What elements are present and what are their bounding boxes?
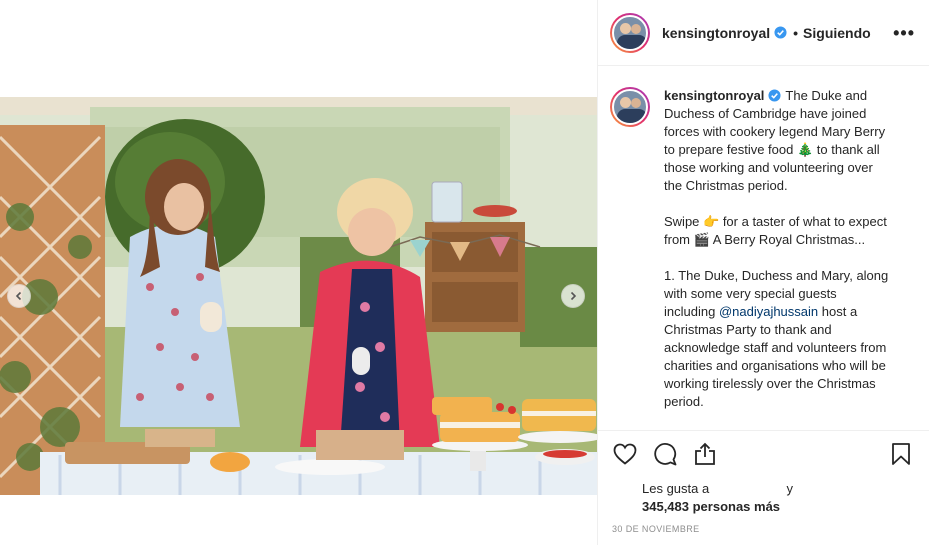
carousel-next-button[interactable]	[561, 284, 585, 308]
caption-line: charities and organisations who will be	[664, 358, 886, 373]
caption-username-link[interactable]: kensingtonroyal	[664, 88, 764, 103]
more-options-icon[interactable]: •••	[893, 24, 915, 42]
caption-area: kensingtonroyal The Duke and Duchess of C…	[598, 67, 929, 430]
caption-line: Christmas Party to thank and	[664, 322, 832, 337]
chevron-left-icon	[15, 291, 22, 301]
caption-line: to prepare festive food 🎄 to thank all	[664, 142, 880, 157]
caption-line: from 🎬 A Berry Royal Christmas...	[664, 232, 866, 247]
caption-line: forces with cookery legend Mary Berry	[664, 124, 886, 139]
caption-line: The Duke and	[785, 88, 868, 103]
following-button[interactable]: Siguiendo	[803, 25, 871, 41]
caption-line: the Christmas period.	[664, 178, 788, 193]
share-button[interactable]	[692, 441, 718, 467]
likes-and: y	[786, 481, 793, 496]
post-actions: Les gusta a y 345,483 personas más 30 DE…	[598, 430, 929, 534]
caption-line: period.	[664, 394, 704, 409]
mention-link[interactable]: @nadiyajhussain	[719, 304, 818, 319]
share-icon	[695, 442, 715, 465]
caption-line: those working and volunteering over	[664, 160, 873, 175]
comment-button[interactable]	[652, 441, 678, 467]
likes-count-link[interactable]: 345,483 personas más	[642, 498, 914, 516]
caption-line: including	[664, 304, 719, 319]
username-link[interactable]: kensingtonroyal	[662, 25, 770, 41]
caption-line: Duchess of Cambridge have joined	[664, 106, 867, 121]
likes-summary: Les gusta a y 345,483 personas más	[612, 480, 914, 516]
chevron-right-icon	[570, 291, 577, 301]
post-header: kensingtonroyal • Siguiendo •••	[598, 0, 929, 66]
media-pane	[0, 0, 597, 545]
comment-icon	[654, 443, 677, 466]
save-button[interactable]	[888, 441, 914, 467]
caption-line: Swipe 👉 for a taster of what to expect	[664, 214, 887, 229]
caption-line: acknowledge staff and volunteers from	[664, 340, 887, 355]
action-icon-row	[612, 441, 914, 467]
caption-line: 1. The Duke, Duchess and Mary, along	[664, 268, 889, 283]
verified-badge-icon	[768, 89, 781, 102]
verified-badge-icon	[774, 26, 787, 39]
post-date[interactable]: 30 DE NOVIEMBRE	[612, 524, 914, 534]
post-photo-illustration	[0, 97, 597, 495]
caption-line: working tirelessly over the Christmas	[664, 376, 876, 391]
caption-avatar[interactable]	[610, 87, 650, 127]
heart-icon	[613, 443, 637, 465]
post-photo[interactable]	[0, 97, 597, 495]
caption-line: host a	[821, 304, 858, 319]
avatar[interactable]	[610, 12, 650, 53]
likes-prefix: Les gusta a	[642, 481, 710, 496]
caption-text: kensingtonroyal The Duke and Duchess of C…	[664, 87, 904, 430]
carousel-prev-button[interactable]	[7, 284, 31, 308]
separator-dot: •	[793, 24, 799, 41]
like-button[interactable]	[612, 441, 638, 467]
post-side-panel: kensingtonroyal • Siguiendo ••• kensingt…	[597, 0, 929, 545]
bookmark-icon	[892, 443, 910, 465]
caption-line: with some very special guests	[664, 286, 837, 301]
